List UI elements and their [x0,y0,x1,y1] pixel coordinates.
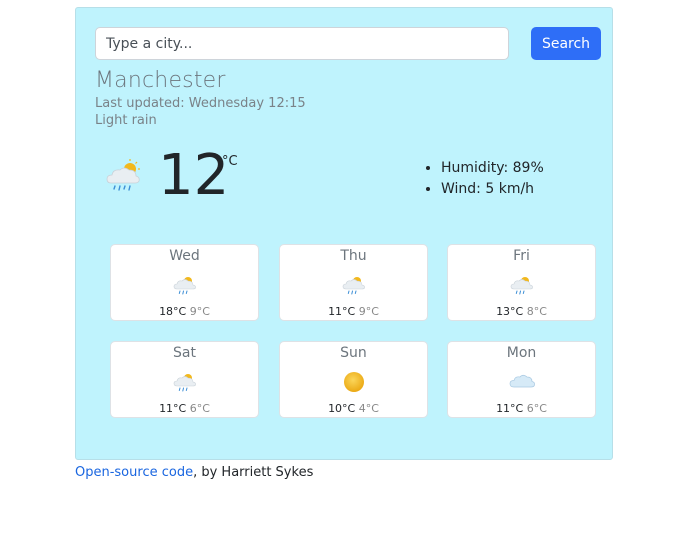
forecast-day-card: Thu 11°C 9°C [279,244,428,321]
forecast-day-name: Sun [340,345,367,361]
forecast-max-temp: 13°C [496,305,524,318]
forecast-day-card: Sat 11°C 6°C [110,341,259,418]
wind-item: Wind: 5 km/h [441,179,544,200]
forecast-temps: 11°C 6°C [111,402,258,415]
search-button[interactable]: Search [531,27,601,60]
search-form: Search [95,27,601,61]
forecast-day-name: Mon [506,345,537,361]
temperature-unit: °C [222,154,238,169]
forecast-temps: 13°C 8°C [448,305,595,318]
sun-icon [341,371,367,393]
forecast-temps: 18°C 9°C [111,305,258,318]
light-rain-icon [104,158,144,194]
forecast-min-temp: 9°C [358,305,379,318]
humidity-item: Humidity: 89% [441,158,544,179]
forecast-temps: 11°C 9°C [280,305,427,318]
footer-author-text: , by Harriett Sykes [193,465,314,480]
forecast-temps: 10°C 4°C [280,402,427,415]
forecast-min-temp: 6°C [526,402,547,415]
light-rain-icon [341,274,367,296]
cloud-icon [509,371,535,393]
forecast-max-temp: 11°C [159,402,187,415]
forecast-temps: 11°C 6°C [448,402,595,415]
forecast-day-name: Fri [513,248,530,264]
forecast-max-temp: 11°C [328,305,356,318]
forecast-day-card: Mon 11°C 6°C [447,341,596,418]
light-rain-icon [172,274,198,296]
forecast-max-temp: 10°C [328,402,356,415]
city-search-input[interactable] [95,27,509,60]
forecast-day-name: Sat [173,345,196,361]
forecast-day-name: Thu [340,248,367,264]
forecast-day-card: Fri 13°C 8°C [447,244,596,321]
footer: Open-source code, by Harriett Sykes [75,465,313,480]
forecast-max-temp: 11°C [496,402,524,415]
forecast-day-card: Wed 18°C 9°C [110,244,259,321]
weather-card: Search Manchester Last updated: Wednesda… [75,7,613,460]
last-updated-text: Last updated: Wednesday 12:15 [95,96,306,111]
current-temperature: 12 [158,143,230,208]
forecast-day-name: Wed [169,248,200,264]
forecast-min-temp: 4°C [358,402,379,415]
city-name: Manchester [95,68,226,93]
forecast-max-temp: 18°C [159,305,187,318]
forecast-min-temp: 9°C [189,305,210,318]
light-rain-icon [172,371,198,393]
light-rain-icon [509,274,535,296]
forecast-day-card: Sun 10°C 4°C [279,341,428,418]
source-code-link[interactable]: Open-source code [75,465,193,480]
forecast-min-temp: 8°C [526,305,547,318]
weather-details-list: Humidity: 89% Wind: 5 km/h [423,158,544,200]
forecast-min-temp: 6°C [189,402,210,415]
weather-description: Light rain [95,113,157,128]
